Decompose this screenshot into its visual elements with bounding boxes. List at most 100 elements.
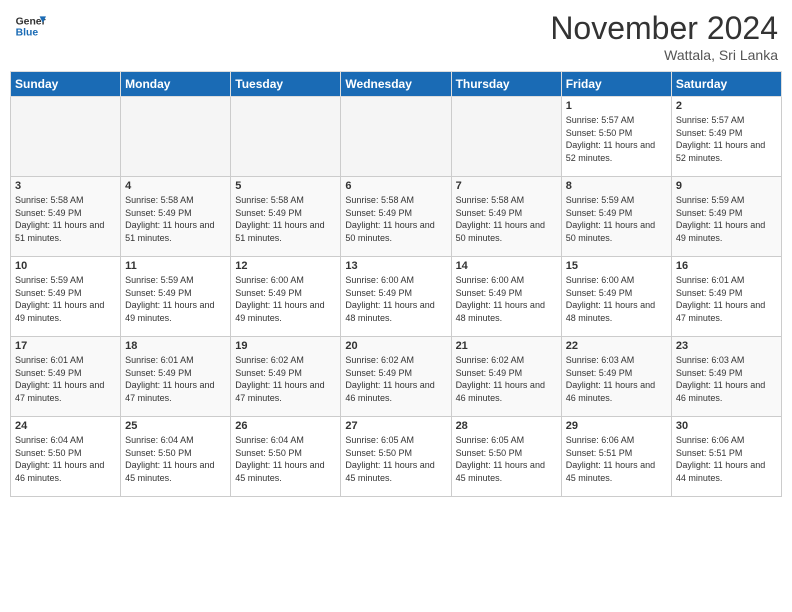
day-number: 25: [125, 420, 226, 432]
day-number: 11: [125, 260, 226, 272]
location: Wattala, Sri Lanka: [550, 47, 778, 63]
daylight-label: Daylight: 11 hours and 47 minutes.: [125, 380, 214, 403]
sunset-label: Sunset: 5:49 PM: [125, 368, 192, 378]
daylight-label: Daylight: 11 hours and 52 minutes.: [676, 140, 765, 163]
calendar-week-1: 1 Sunrise: 5:57 AM Sunset: 5:50 PM Dayli…: [11, 97, 782, 177]
day-number: 24: [15, 420, 116, 432]
day-number: 26: [235, 420, 336, 432]
daylight-label: Daylight: 11 hours and 51 minutes.: [235, 220, 324, 243]
calendar-week-4: 17 Sunrise: 6:01 AM Sunset: 5:49 PM Dayl…: [11, 337, 782, 417]
sunset-label: Sunset: 5:49 PM: [15, 288, 82, 298]
day-number: 12: [235, 260, 336, 272]
sunrise-label: Sunrise: 5:59 AM: [125, 275, 194, 285]
day-info: Sunrise: 5:58 AM Sunset: 5:49 PM Dayligh…: [235, 194, 336, 244]
sunset-label: Sunset: 5:49 PM: [15, 208, 82, 218]
day-number: 17: [15, 340, 116, 352]
sunrise-label: Sunrise: 6:00 AM: [456, 275, 525, 285]
calendar-day: 12 Sunrise: 6:00 AM Sunset: 5:49 PM Dayl…: [231, 257, 341, 337]
calendar-day: 4 Sunrise: 5:58 AM Sunset: 5:49 PM Dayli…: [121, 177, 231, 257]
calendar-day: 23 Sunrise: 6:03 AM Sunset: 5:49 PM Dayl…: [671, 337, 781, 417]
calendar-day: 30 Sunrise: 6:06 AM Sunset: 5:51 PM Dayl…: [671, 417, 781, 497]
sunset-label: Sunset: 5:49 PM: [456, 288, 523, 298]
weekday-header-friday: Friday: [561, 72, 671, 97]
day-info: Sunrise: 6:01 AM Sunset: 5:49 PM Dayligh…: [125, 354, 226, 404]
calendar-day: [11, 97, 121, 177]
sunset-label: Sunset: 5:50 PM: [235, 448, 302, 458]
day-number: 3: [15, 180, 116, 192]
day-info: Sunrise: 6:02 AM Sunset: 5:49 PM Dayligh…: [456, 354, 557, 404]
day-number: 14: [456, 260, 557, 272]
sunset-label: Sunset: 5:49 PM: [345, 368, 412, 378]
daylight-label: Daylight: 11 hours and 47 minutes.: [15, 380, 104, 403]
weekday-header-tuesday: Tuesday: [231, 72, 341, 97]
calendar-week-5: 24 Sunrise: 6:04 AM Sunset: 5:50 PM Dayl…: [11, 417, 782, 497]
daylight-label: Daylight: 11 hours and 49 minutes.: [235, 300, 324, 323]
day-info: Sunrise: 6:00 AM Sunset: 5:49 PM Dayligh…: [235, 274, 336, 324]
sunset-label: Sunset: 5:51 PM: [676, 448, 743, 458]
day-number: 23: [676, 340, 777, 352]
day-number: 5: [235, 180, 336, 192]
sunrise-label: Sunrise: 5:58 AM: [345, 195, 414, 205]
daylight-label: Daylight: 11 hours and 46 minutes.: [345, 380, 434, 403]
calendar-day: 5 Sunrise: 5:58 AM Sunset: 5:49 PM Dayli…: [231, 177, 341, 257]
month-title: November 2024: [550, 10, 778, 47]
calendar-day: 2 Sunrise: 5:57 AM Sunset: 5:49 PM Dayli…: [671, 97, 781, 177]
daylight-label: Daylight: 11 hours and 50 minutes.: [456, 220, 545, 243]
sunrise-label: Sunrise: 5:58 AM: [15, 195, 84, 205]
calendar-day: 6 Sunrise: 5:58 AM Sunset: 5:49 PM Dayli…: [341, 177, 451, 257]
sunrise-label: Sunrise: 6:01 AM: [15, 355, 84, 365]
sunrise-label: Sunrise: 6:00 AM: [235, 275, 304, 285]
svg-text:Blue: Blue: [16, 28, 39, 39]
day-info: Sunrise: 5:58 AM Sunset: 5:49 PM Dayligh…: [125, 194, 226, 244]
daylight-label: Daylight: 11 hours and 51 minutes.: [125, 220, 214, 243]
day-number: 29: [566, 420, 667, 432]
sunset-label: Sunset: 5:49 PM: [235, 288, 302, 298]
weekday-header-sunday: Sunday: [11, 72, 121, 97]
daylight-label: Daylight: 11 hours and 49 minutes.: [125, 300, 214, 323]
day-number: 9: [676, 180, 777, 192]
day-number: 27: [345, 420, 446, 432]
daylight-label: Daylight: 11 hours and 45 minutes.: [566, 460, 655, 483]
sunrise-label: Sunrise: 5:57 AM: [676, 115, 745, 125]
day-number: 8: [566, 180, 667, 192]
sunset-label: Sunset: 5:49 PM: [566, 368, 633, 378]
day-info: Sunrise: 6:06 AM Sunset: 5:51 PM Dayligh…: [676, 434, 777, 484]
daylight-label: Daylight: 11 hours and 44 minutes.: [676, 460, 765, 483]
daylight-label: Daylight: 11 hours and 47 minutes.: [235, 380, 324, 403]
daylight-label: Daylight: 11 hours and 49 minutes.: [676, 220, 765, 243]
calendar-day: [451, 97, 561, 177]
daylight-label: Daylight: 11 hours and 46 minutes.: [676, 380, 765, 403]
day-info: Sunrise: 6:04 AM Sunset: 5:50 PM Dayligh…: [235, 434, 336, 484]
day-number: 4: [125, 180, 226, 192]
day-info: Sunrise: 6:04 AM Sunset: 5:50 PM Dayligh…: [125, 434, 226, 484]
sunrise-label: Sunrise: 6:06 AM: [676, 435, 745, 445]
day-info: Sunrise: 5:58 AM Sunset: 5:49 PM Dayligh…: [345, 194, 446, 244]
daylight-label: Daylight: 11 hours and 50 minutes.: [345, 220, 434, 243]
day-number: 2: [676, 100, 777, 112]
sunset-label: Sunset: 5:49 PM: [15, 368, 82, 378]
sunrise-label: Sunrise: 5:59 AM: [15, 275, 84, 285]
sunset-label: Sunset: 5:49 PM: [125, 288, 192, 298]
calendar-day: 11 Sunrise: 5:59 AM Sunset: 5:49 PM Dayl…: [121, 257, 231, 337]
daylight-label: Daylight: 11 hours and 48 minutes.: [345, 300, 434, 323]
sunset-label: Sunset: 5:49 PM: [676, 288, 743, 298]
sunrise-label: Sunrise: 6:00 AM: [566, 275, 635, 285]
calendar-day: 8 Sunrise: 5:59 AM Sunset: 5:49 PM Dayli…: [561, 177, 671, 257]
sunset-label: Sunset: 5:49 PM: [676, 208, 743, 218]
calendar-day: [341, 97, 451, 177]
calendar-day: 15 Sunrise: 6:00 AM Sunset: 5:49 PM Dayl…: [561, 257, 671, 337]
daylight-label: Daylight: 11 hours and 45 minutes.: [125, 460, 214, 483]
day-info: Sunrise: 6:01 AM Sunset: 5:49 PM Dayligh…: [15, 354, 116, 404]
sunset-label: Sunset: 5:50 PM: [345, 448, 412, 458]
day-info: Sunrise: 6:02 AM Sunset: 5:49 PM Dayligh…: [345, 354, 446, 404]
daylight-label: Daylight: 11 hours and 50 minutes.: [566, 220, 655, 243]
calendar-day: 25 Sunrise: 6:04 AM Sunset: 5:50 PM Dayl…: [121, 417, 231, 497]
sunrise-label: Sunrise: 5:58 AM: [235, 195, 304, 205]
sunrise-label: Sunrise: 6:04 AM: [15, 435, 84, 445]
day-info: Sunrise: 6:05 AM Sunset: 5:50 PM Dayligh…: [456, 434, 557, 484]
daylight-label: Daylight: 11 hours and 45 minutes.: [456, 460, 545, 483]
daylight-label: Daylight: 11 hours and 45 minutes.: [235, 460, 324, 483]
day-number: 7: [456, 180, 557, 192]
weekday-header-wednesday: Wednesday: [341, 72, 451, 97]
day-number: 16: [676, 260, 777, 272]
